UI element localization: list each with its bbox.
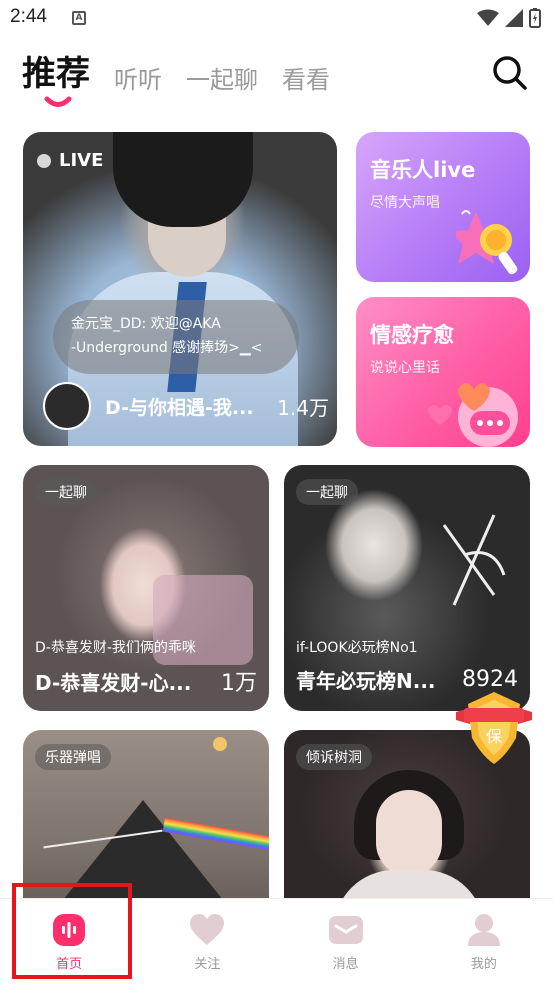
live-room-card[interactable]: LIVE 金元宝_DD: 欢迎@AKA -Underground 感谢捧场>▁<…	[23, 132, 337, 446]
live-badge-label: LIVE	[59, 150, 104, 171]
microphone-star-icon	[456, 210, 518, 275]
nav-profile[interactable]: 我的	[415, 899, 553, 985]
profile-icon	[467, 914, 500, 946]
room-tag: 倾诉树洞	[296, 744, 372, 770]
calligraphy-decoration	[442, 514, 506, 606]
guard-shield-icon[interactable]: 保	[456, 690, 532, 766]
top-tabs: 推荐 听听 一起聊 看看	[22, 46, 330, 95]
musician-live-title: 音乐人live	[370, 158, 476, 182]
battery-icon	[529, 8, 541, 28]
room-tag: 一起聊	[296, 479, 358, 505]
room-count: 8924	[462, 667, 518, 692]
nav-messages-label: 消息	[332, 957, 359, 972]
status-time: 2:44	[10, 6, 47, 27]
room-card-1[interactable]: 一起聊 D-恭喜发财-我们俩的乖咪 D-恭喜发财-心... 1万	[23, 465, 269, 711]
tab-chat-together[interactable]: 一起聊	[186, 60, 258, 95]
room-card-2[interactable]: 一起聊 if-LOOK必玩榜No1 青年必玩榜N... 8924	[284, 465, 530, 711]
chat-line-2: -Underground 感谢捧场>▁<	[71, 340, 263, 356]
emotional-healing-title: 情感疗愈	[370, 323, 454, 347]
live-room-title: D-与你相遇-我...	[105, 396, 254, 419]
nav-profile-label: 我的	[470, 957, 497, 972]
signal-icon	[505, 9, 523, 27]
room-footer: D-恭喜发财-心... 1万	[35, 665, 257, 697]
heart-chat-icon	[428, 383, 518, 447]
live-dot-icon	[37, 153, 51, 168]
chat-line-1: 金元宝_DD: 欢迎@AKA	[71, 316, 221, 332]
live-viewer-count: 1.4万	[277, 395, 329, 420]
tab-recommend[interactable]: 推荐	[22, 46, 90, 95]
wifi-icon	[477, 9, 499, 26]
room-title: 青年必玩榜N...	[296, 669, 436, 693]
heart-icon	[190, 914, 225, 945]
live-card-footer: D-与你相遇-我... 1.4万	[43, 382, 333, 430]
room-count: 1万	[221, 671, 257, 696]
host-photo-hair	[113, 132, 253, 227]
highlight-box	[12, 883, 132, 979]
notification-icon: A	[72, 11, 86, 25]
live-badge: LIVE	[37, 150, 103, 171]
musician-live-card[interactable]: 音乐人live 尽情大声唱	[356, 132, 530, 282]
tab-listen[interactable]: 听听	[114, 60, 162, 95]
message-icon	[328, 916, 363, 944]
room-tag: 乐器弹唱	[35, 744, 111, 770]
active-tab-indicator	[44, 96, 72, 107]
status-icons	[477, 8, 541, 28]
emotional-healing-card[interactable]: 情感疗愈 说说心里话	[356, 297, 530, 447]
nav-follow[interactable]: 关注	[138, 899, 276, 985]
moon-decoration	[213, 737, 227, 751]
room-title: D-恭喜发财-心...	[35, 670, 192, 695]
musician-live-subtitle: 尽情大声唱	[370, 195, 440, 211]
room-subtitle: if-LOOK必玩榜No1	[296, 640, 418, 656]
tab-watch[interactable]: 看看	[282, 60, 330, 95]
room-subtitle: D-恭喜发财-我们俩的乖咪	[35, 640, 196, 656]
host-avatar[interactable]	[43, 382, 91, 430]
nav-follow-label: 关注	[194, 957, 221, 972]
search-icon[interactable]	[491, 54, 529, 92]
guard-badge-text: 保	[486, 727, 502, 746]
room-tag: 一起聊	[35, 479, 97, 505]
nav-messages[interactable]: 消息	[277, 899, 415, 985]
host-photo-face	[376, 790, 442, 876]
live-chat-bubble: 金元宝_DD: 欢迎@AKA -Underground 感谢捧场>▁<	[53, 300, 299, 374]
